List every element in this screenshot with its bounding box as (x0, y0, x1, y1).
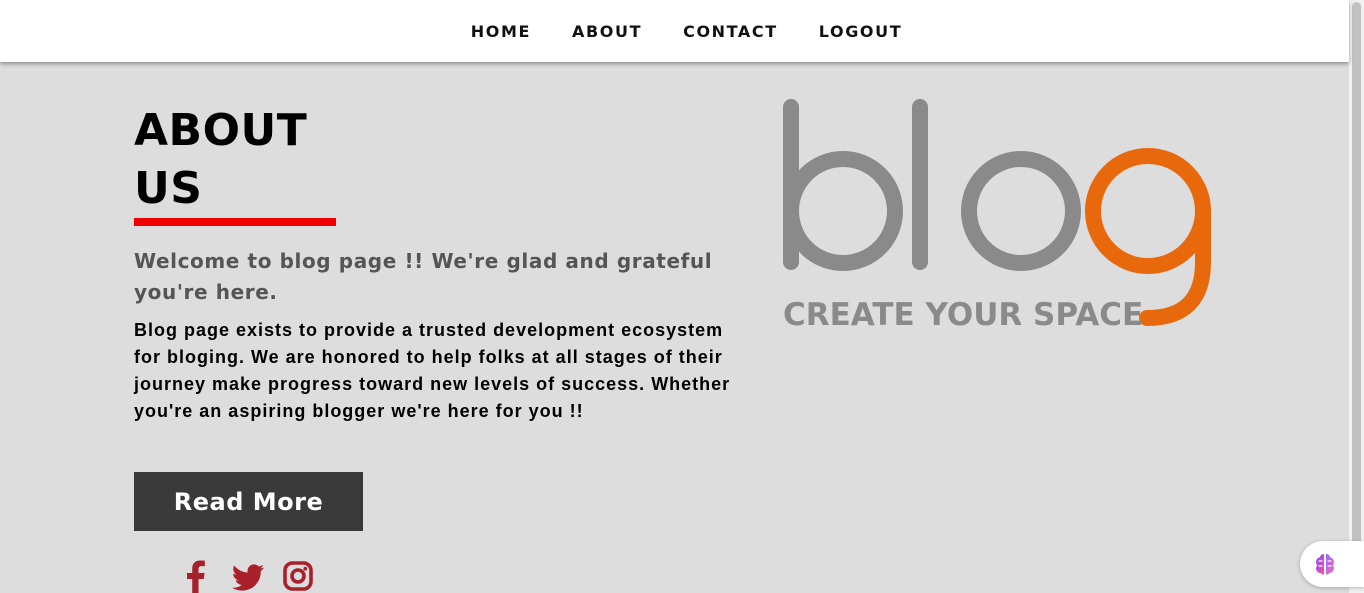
page-title-line1: ABOUT (134, 105, 308, 156)
title-underline (134, 218, 336, 226)
facebook-icon (186, 560, 205, 593)
nav-item-contact: CONTACT (683, 22, 778, 41)
logo-letter-b-bowl (783, 151, 903, 271)
page: HOME ABOUT CONTACT LOGOUT ABOUT US Welco… (0, 0, 1364, 593)
read-more-button[interactable]: Read More (134, 472, 363, 531)
logo-letter-g-bowl (1085, 148, 1211, 274)
twitter-icon (232, 564, 264, 591)
social-links (180, 558, 316, 593)
instagram-link[interactable] (280, 558, 316, 593)
about-description: Blog page exists to provide a trusted de… (134, 320, 731, 421)
welcome-subtitle: Welcome to blog page !! We're glad and g… (134, 249, 713, 304)
nav-link-logout[interactable]: LOGOUT (819, 22, 902, 41)
nav-item-logout: LOGOUT (819, 22, 902, 41)
instagram-icon (283, 561, 313, 591)
facebook-link[interactable] (180, 558, 216, 593)
twitter-link[interactable] (230, 558, 266, 593)
logo-letter-o (961, 151, 1081, 271)
nav-menu: HOME ABOUT CONTACT LOGOUT (471, 22, 902, 41)
blog-logo: CREATE YOUR SPACE (783, 99, 1211, 332)
page-title: ABOUT US (134, 102, 307, 218)
nav-link-about[interactable]: ABOUT (572, 22, 642, 41)
logo-tagline: CREATE YOUR SPACE (783, 297, 1143, 332)
nav-item-home: HOME (471, 22, 531, 41)
nav-link-home[interactable]: HOME (471, 22, 531, 41)
scrollbar-thumb[interactable] (1352, 2, 1361, 547)
vertical-scrollbar[interactable] (1349, 0, 1364, 593)
nav-link-contact[interactable]: CONTACT (683, 22, 778, 41)
top-navbar: HOME ABOUT CONTACT LOGOUT (0, 0, 1349, 62)
nav-item-about: ABOUT (572, 22, 642, 41)
floating-assistant-widget[interactable] (1300, 541, 1364, 587)
brain-icon (1316, 554, 1334, 575)
page-title-line2: US (134, 163, 203, 214)
